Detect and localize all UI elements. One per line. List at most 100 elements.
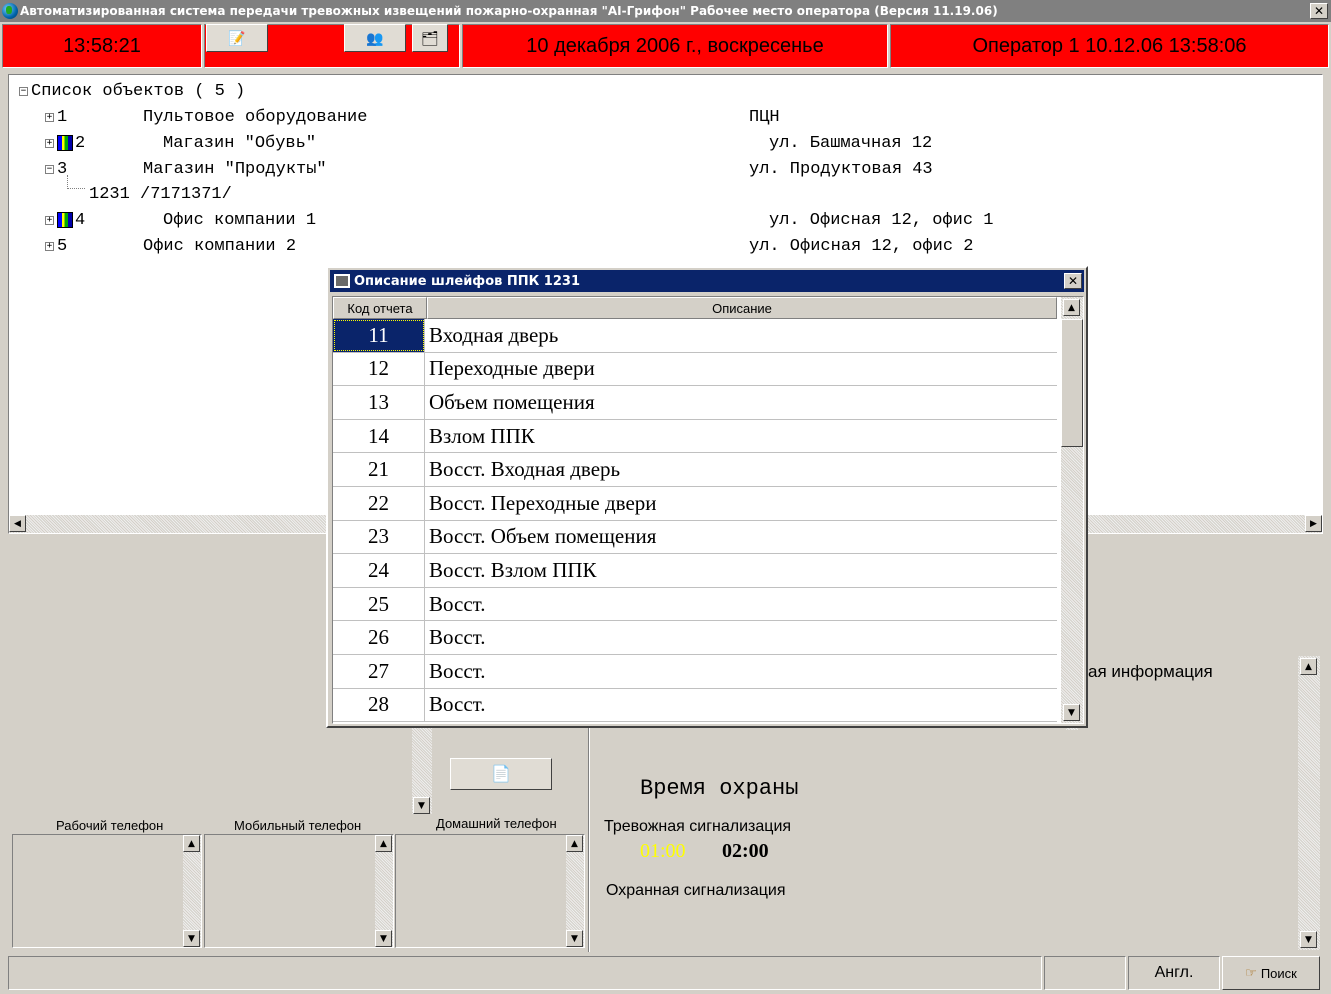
description-cell[interactable]: Восст. Объем помещения: [429, 521, 656, 554]
people-icon: 👥: [366, 29, 384, 46]
extra-info-scrollbar[interactable]: ▲ ▼: [1298, 656, 1320, 950]
report-code-cell[interactable]: 23: [333, 520, 425, 554]
left-info-vscroll[interactable]: ▼: [412, 728, 432, 814]
description-cell[interactable]: Восст.: [429, 689, 486, 722]
report-code-cell[interactable]: 13: [333, 386, 425, 419]
expand-icon[interactable]: +: [45, 215, 54, 225]
description-cell[interactable]: Восст.: [429, 621, 486, 654]
dialog-close-button[interactable]: ✕: [1064, 273, 1082, 289]
grid-row[interactable]: 26 Восст.: [333, 621, 1057, 655]
report-code-cell[interactable]: 21: [333, 453, 425, 486]
description-cell[interactable]: Взлом ППК: [429, 420, 535, 453]
grid-vertical-scrollbar[interactable]: ▲ ▼: [1061, 297, 1083, 723]
tree-item-num: 5: [57, 236, 68, 256]
monitor-icon: [334, 274, 350, 288]
description-cell[interactable]: Восст.: [429, 588, 486, 621]
description-cell[interactable]: Восст.: [429, 655, 486, 688]
scroll-up-icon[interactable]: ▲: [183, 835, 200, 852]
tree-child-ppk[interactable]: 1231 /7171371/: [89, 182, 232, 206]
report-code-cell[interactable]: 22: [333, 487, 425, 520]
description-cell[interactable]: Восст. Взлом ППК: [429, 554, 597, 587]
grid-row[interactable]: 22 Восст. Переходные двери: [333, 487, 1057, 521]
home-phone-field[interactable]: ▲ ▼: [395, 834, 585, 948]
status-message-cell: [8, 956, 1042, 990]
grid-row[interactable]: 11 Входная дверь: [333, 319, 1057, 353]
window-close-button[interactable]: ✕: [1310, 3, 1328, 19]
scroll-down-icon[interactable]: ▼: [1063, 704, 1080, 721]
tree-item-num: 4: [75, 210, 86, 230]
description-cell[interactable]: Объем помещения: [429, 386, 595, 419]
search-button[interactable]: ☞ Поиск: [1222, 956, 1320, 990]
grid-row[interactable]: 24 Восст. Взлом ППК: [333, 554, 1057, 588]
report-code-cell[interactable]: 24: [333, 554, 425, 587]
loop-grid[interactable]: Код отчета Описание 11 Входная дверь 12 Пер…: [332, 296, 1084, 724]
scroll-up-icon[interactable]: ▲: [1300, 658, 1317, 675]
grid-row[interactable]: 27 Восст.: [333, 655, 1057, 689]
report-code-cell[interactable]: 25: [333, 587, 425, 621]
scroll-up-icon[interactable]: ▲: [375, 835, 392, 852]
report-code-cell[interactable]: 14: [333, 419, 425, 453]
collapse-icon[interactable]: −: [19, 86, 28, 96]
expand-icon[interactable]: +: [45, 138, 54, 148]
grid-row[interactable]: 21 Восст. Входная дверь: [333, 453, 1057, 487]
grid-row[interactable]: 28 Восст.: [333, 688, 1057, 723]
grid-row[interactable]: 14 Взлом ППК: [333, 419, 1057, 454]
description-cell[interactable]: Переходные двери: [429, 353, 595, 386]
tree-item-2[interactable]: +2: [45, 131, 85, 155]
scroll-up-icon[interactable]: ▲: [566, 835, 583, 852]
scroll-down-icon[interactable]: ▼: [375, 930, 392, 947]
column-header-description[interactable]: Описание: [427, 297, 1057, 319]
scroll-left-icon[interactable]: ◀: [9, 515, 26, 532]
tree-item-address: ПЦН: [749, 107, 780, 127]
expand-icon[interactable]: +: [45, 241, 54, 251]
tree-item-address: ул. Офисная 12, офис 1: [769, 210, 994, 230]
report-code-cell[interactable]: 27: [333, 655, 425, 688]
scroll-down-icon[interactable]: ▼: [1300, 931, 1317, 948]
grid-row[interactable]: 13 Объем помещения: [333, 386, 1057, 420]
home-phone-scrollbar[interactable]: ▲ ▼: [566, 835, 584, 947]
column-header-code[interactable]: Код отчета: [333, 297, 427, 319]
operators-button[interactable]: 👥: [344, 24, 406, 52]
notepad-button[interactable]: 📝: [206, 24, 268, 52]
home-phone-label: Домашний телефон: [436, 816, 557, 831]
scroll-down-icon[interactable]: ▼: [566, 930, 583, 947]
collapse-icon[interactable]: −: [45, 164, 54, 174]
alarm-time-end: 02:00: [722, 840, 769, 862]
report-code-cell[interactable]: 28: [333, 688, 425, 722]
mobile-phone-field[interactable]: ▲ ▼: [204, 834, 394, 948]
properties-button[interactable]: 🗂: [412, 24, 448, 52]
expand-icon[interactable]: +: [45, 112, 54, 122]
dialog-title: Описание шлейфов ППК 1231: [354, 273, 580, 289]
grid-row[interactable]: 25 Восст.: [333, 587, 1057, 622]
description-cell[interactable]: Входная дверь: [429, 319, 558, 352]
work-phone-scrollbar[interactable]: ▲ ▼: [183, 835, 201, 947]
work-phone-label: Рабочий телефон: [56, 818, 164, 833]
work-phone-field[interactable]: ▲ ▼: [12, 834, 202, 948]
report-code-cell[interactable]: 26: [333, 621, 425, 654]
description-cell[interactable]: Восст. Переходные двери: [429, 487, 657, 520]
tree-item-4[interactable]: +4: [45, 208, 85, 232]
scroll-up-icon[interactable]: ▲: [1063, 299, 1080, 316]
mobile-phone-scrollbar[interactable]: ▲ ▼: [375, 835, 393, 947]
scroll-right-icon[interactable]: ▶: [1305, 515, 1322, 532]
scroll-thumb[interactable]: [1061, 319, 1083, 447]
guard-time-title: Время охраны: [640, 776, 799, 801]
grid-row[interactable]: 12 Переходные двери: [333, 352, 1057, 387]
scroll-down-icon[interactable]: ▼: [183, 930, 200, 947]
window-titlebar: Автоматизированная система передачи трев…: [0, 0, 1331, 22]
description-cell[interactable]: Восст. Входная дверь: [429, 453, 620, 486]
tree-item-num: 3: [57, 159, 68, 179]
tree-item-name: Пультовое оборудование: [143, 107, 368, 127]
tree-item-5[interactable]: +5: [45, 234, 67, 258]
report-code-cell[interactable]: 11: [333, 319, 425, 352]
document-button[interactable]: 📄: [450, 758, 552, 790]
grid-row[interactable]: 23 Восст. Объем помещения: [333, 520, 1057, 555]
scroll-down-icon[interactable]: ▼: [413, 797, 430, 814]
extra-info-label: ая информация: [1088, 662, 1213, 681]
report-code-cell[interactable]: 12: [333, 352, 425, 386]
tree-root[interactable]: − Список объектов ( 5 ): [19, 79, 245, 103]
clock-display: 13:58:21: [2, 24, 202, 68]
tree-item-1[interactable]: +1: [45, 105, 67, 129]
tree-item-3[interactable]: −3: [45, 157, 67, 181]
mobile-phone-label: Мобильный телефон: [234, 818, 362, 833]
